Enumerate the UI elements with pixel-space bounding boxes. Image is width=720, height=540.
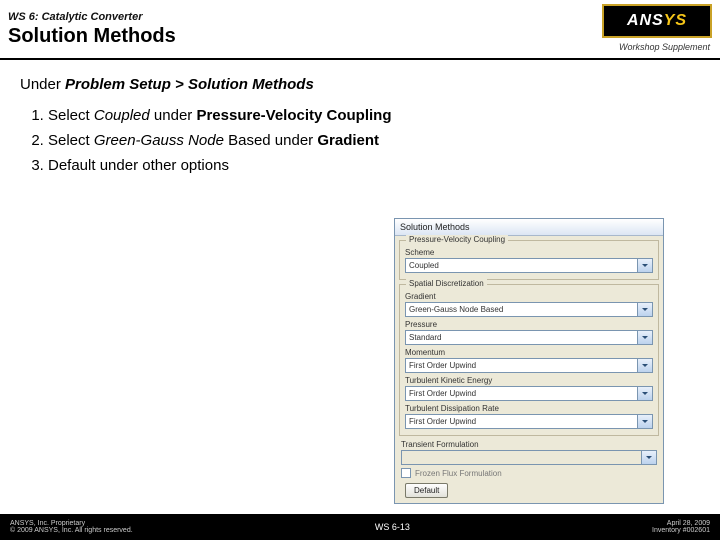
chk1-label: Frozen Flux Formulation <box>415 469 502 478</box>
footer-right: April 28, 2009 Inventory #002601 <box>652 520 710 534</box>
gradient-dropdown[interactable]: Green-Gauss Node Based <box>405 302 653 317</box>
frozenflux-row[interactable]: Frozen Flux Formulation <box>401 468 657 478</box>
group-pv-coupling: Pressure-Velocity Coupling Scheme Couple… <box>399 240 659 280</box>
under-path: Problem Setup > Solution Methods <box>65 76 314 93</box>
chevron-down-icon <box>637 415 652 428</box>
pressure-label: Pressure <box>405 320 653 329</box>
gradient-value: Green-Gauss Node Based <box>409 305 503 314</box>
breadcrumb-line: Under Problem Setup > Solution Methods <box>20 76 700 93</box>
tdr-dropdown[interactable]: First Order Upwind <box>405 414 653 429</box>
group-spatial-disc: Spatial Discretization Gradient Green-Ga… <box>399 284 659 436</box>
gradient-label: Gradient <box>405 292 653 301</box>
scheme-dropdown[interactable]: Coupled <box>405 258 653 273</box>
ansys-logo: ANSYS <box>602 4 712 38</box>
chevron-down-icon <box>637 259 652 272</box>
slide-number: WS 6-13 <box>375 522 410 532</box>
under-prefix: Under <box>20 76 65 93</box>
footer-inventory: Inventory #002601 <box>652 527 710 534</box>
slide-header: WS 6: Catalytic Converter Solution Metho… <box>0 0 720 60</box>
scheme-value: Coupled <box>409 261 439 270</box>
tke-dropdown[interactable]: First Order Upwind <box>405 386 653 401</box>
steps-list: Select Coupled under Pressure-Velocity C… <box>20 107 700 174</box>
step1-c: under <box>150 107 197 124</box>
supplement-label: Workshop Supplement <box>619 42 710 52</box>
step2-a: Select <box>48 132 94 149</box>
pressure-dropdown[interactable]: Standard <box>405 330 653 345</box>
momentum-dropdown[interactable]: First Order Upwind <box>405 358 653 373</box>
step2-b: Green-Gauss Node <box>94 132 224 149</box>
scheme-label: Scheme <box>405 248 653 257</box>
step-1: Select Coupled under Pressure-Velocity C… <box>48 107 700 124</box>
momentum-label: Momentum <box>405 348 653 357</box>
group1-label: Pressure-Velocity Coupling <box>406 235 508 244</box>
group2-label: Spatial Discretization <box>406 279 487 288</box>
footer-date: April 28, 2009 <box>652 520 710 527</box>
step1-d: Pressure-Velocity Coupling <box>196 107 391 124</box>
default-button[interactable]: Default <box>405 483 448 498</box>
solution-methods-panel: Solution Methods Pressure-Velocity Coupl… <box>394 218 664 504</box>
footer-left: ANSYS, Inc. Proprietary © 2009 ANSYS, In… <box>10 520 133 534</box>
logo-text-b: YS <box>664 12 687 30</box>
transient-label: Transient Formulation <box>401 440 657 449</box>
chevron-down-icon <box>637 387 652 400</box>
chevron-down-icon <box>641 451 656 464</box>
step2-d: Gradient <box>317 132 379 149</box>
step2-c: Based under <box>224 132 317 149</box>
step1-a: Select <box>48 107 94 124</box>
step1-b: Coupled <box>94 107 150 124</box>
transient-dropdown <box>401 450 657 465</box>
tke-label: Turbulent Kinetic Energy <box>405 376 653 385</box>
chevron-down-icon <box>637 303 652 316</box>
panel-lower: Transient Formulation Frozen Flux Formul… <box>395 440 663 503</box>
pressure-value: Standard <box>409 333 441 342</box>
tdr-value: First Order Upwind <box>409 417 476 426</box>
chevron-down-icon <box>637 331 652 344</box>
tdr-label: Turbulent Dissipation Rate <box>405 404 653 413</box>
step-3: Default under other options <box>48 157 700 174</box>
slide-content: Under Problem Setup > Solution Methods S… <box>0 60 720 192</box>
panel-title: Solution Methods <box>395 219 663 236</box>
slide-footer: ANSYS, Inc. Proprietary © 2009 ANSYS, In… <box>0 514 720 540</box>
logo-text-a: ANS <box>627 12 664 30</box>
chevron-down-icon <box>637 359 652 372</box>
checkbox-icon <box>401 468 411 478</box>
momentum-value: First Order Upwind <box>409 361 476 370</box>
footer-left2: © 2009 ANSYS, Inc. All rights reserved. <box>10 527 133 534</box>
step-2: Select Green-Gauss Node Based under Grad… <box>48 132 700 149</box>
tke-value: First Order Upwind <box>409 389 476 398</box>
footer-left1: ANSYS, Inc. Proprietary <box>10 520 133 527</box>
